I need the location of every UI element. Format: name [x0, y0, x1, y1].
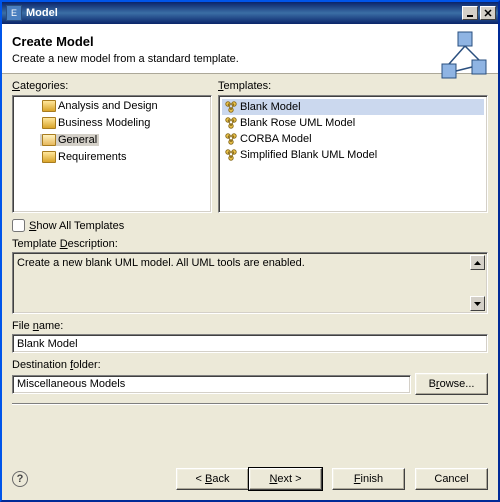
model-icon: [224, 148, 238, 162]
titlebar: E Model: [2, 2, 498, 24]
category-item[interactable]: Business Modeling: [40, 117, 152, 129]
header-graphic-icon: [428, 30, 488, 80]
file-name-input[interactable]: [12, 334, 488, 353]
model-icon: [224, 100, 238, 114]
model-icon: [224, 132, 238, 146]
category-item[interactable]: Requirements: [40, 151, 128, 163]
destination-input[interactable]: [12, 375, 411, 394]
page-subtitle: Create a new model from a standard templ…: [12, 53, 239, 65]
close-button[interactable]: [480, 6, 496, 20]
folder-icon: [42, 134, 56, 146]
file-name-label: File name:: [12, 320, 488, 332]
template-item[interactable]: Blank Model: [222, 99, 484, 115]
destination-label: Destination folder:: [12, 359, 488, 371]
folder-icon: [42, 100, 56, 112]
scroll-up-button[interactable]: [470, 255, 485, 270]
template-item[interactable]: Blank Rose UML Model: [222, 115, 484, 131]
description-box: Create a new blank UML model. All UML to…: [12, 252, 488, 314]
cancel-button[interactable]: Cancel: [415, 468, 488, 490]
templates-list[interactable]: Blank ModelBlank Rose UML ModelCORBA Mod…: [218, 95, 488, 213]
model-icon: [224, 116, 238, 130]
templates-label: Templates:: [218, 80, 488, 92]
folder-icon: [42, 151, 56, 163]
categories-tree[interactable]: Analysis and Design Business Modeling Gene…: [12, 95, 212, 213]
finish-button[interactable]: Finish: [332, 468, 405, 490]
description-text: Create a new blank UML model. All UML to…: [17, 257, 483, 269]
next-button[interactable]: Next >: [249, 468, 322, 490]
help-icon[interactable]: ?: [12, 471, 28, 487]
category-item[interactable]: General: [40, 134, 99, 146]
wizard-header: Create Model Create a new model from a s…: [2, 24, 498, 74]
app-icon: E: [6, 5, 22, 21]
categories-label: Categories:: [12, 80, 212, 92]
scroll-down-button[interactable]: [470, 296, 485, 311]
browse-button[interactable]: Browse...: [415, 373, 488, 395]
page-title: Create Model: [12, 34, 239, 49]
template-item[interactable]: Simplified Blank UML Model: [222, 147, 484, 163]
template-item[interactable]: CORBA Model: [222, 131, 484, 147]
category-item[interactable]: Analysis and Design: [40, 100, 160, 112]
description-label: Template Description:: [12, 238, 488, 250]
minimize-button[interactable]: [462, 6, 478, 20]
back-button[interactable]: < Back: [176, 468, 249, 490]
show-all-label[interactable]: Show All Templates: [29, 220, 124, 232]
separator: [12, 403, 488, 405]
window-title: Model: [26, 7, 460, 19]
show-all-checkbox[interactable]: [12, 219, 25, 232]
folder-icon: [42, 117, 56, 129]
